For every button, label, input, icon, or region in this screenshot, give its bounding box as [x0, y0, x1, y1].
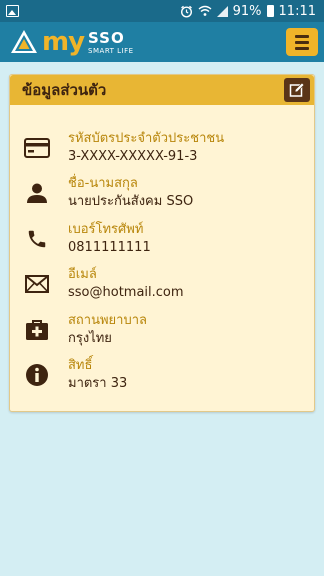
info-row-text: สถานพยาบาล กรุงไทย — [68, 312, 147, 348]
hospital-icon — [24, 317, 50, 343]
info-value: กรุงไทย — [68, 330, 112, 346]
status-left — [6, 5, 19, 17]
info-icon — [24, 362, 50, 388]
info-row-text: รหัสบัตรประจำตัวประชาชน 3-XXXX-XXXXX-91-… — [68, 130, 224, 166]
mail-icon — [24, 271, 50, 297]
info-row-text: อีเมล์ sso@hotmail.com — [68, 266, 184, 302]
info-row-text: สิทธิ์ มาตรา 33 — [68, 357, 127, 393]
card-header: ข้อมูลส่วนตัว — [10, 75, 314, 105]
info-label: สถานพยาบาล — [68, 312, 147, 328]
info-label: รหัสบัตรประจำตัวประชาชน — [68, 130, 225, 146]
info-row-phone: เบอร์โทรศัพท์ 0811111111 — [10, 216, 314, 262]
logo-text: my SSO SMART LIFE — [42, 29, 134, 55]
gallery-notification-icon — [6, 5, 19, 17]
info-row-hospital: สถานพยาบาล กรุงไทย — [10, 307, 314, 353]
status-bar: 91% 11:11 — [0, 0, 324, 22]
info-row-text: ชื่อ-นามสกุล นายประกันสังคม SSO — [68, 175, 193, 211]
info-label: เบอร์โทรศัพท์ — [68, 221, 144, 237]
edit-icon — [289, 82, 305, 97]
menu-bar — [295, 40, 309, 44]
alarm-icon — [180, 5, 192, 18]
status-right: 91% 11:11 — [180, 4, 316, 19]
info-value: sso@hotmail.com — [68, 285, 184, 301]
info-row-text: เบอร์โทรศัพท์ 0811111111 — [68, 221, 151, 257]
battery-icon — [266, 5, 274, 17]
personal-info-card: ข้อมูลส่วนตัว รหัสบัตรประจำตัวประชาชน 3-… — [9, 74, 315, 412]
wifi-icon — [198, 5, 212, 16]
battery-percent: 91% — [232, 3, 262, 19]
menu-bar — [295, 34, 309, 38]
logo-sso-block: SSO SMART LIFE — [88, 31, 134, 55]
app-header: my SSO SMART LIFE — [0, 22, 324, 62]
info-label: อีเมล์ — [68, 267, 97, 283]
app-logo[interactable]: my SSO SMART LIFE — [10, 29, 134, 55]
person-icon — [24, 180, 50, 206]
info-list: รหัสบัตรประจำตัวประชาชน 3-XXXX-XXXXX-91-… — [10, 105, 314, 398]
info-value: นายประกันสังคม SSO — [68, 194, 194, 210]
card-title: ข้อมูลส่วนตัว — [22, 81, 107, 99]
signal-icon — [216, 5, 228, 17]
logo-sso: SSO — [88, 29, 125, 47]
phone-icon — [24, 226, 50, 252]
info-label: ชื่อ-นามสกุล — [68, 176, 138, 192]
info-row-id-card: รหัสบัตรประจำตัวประชาชน 3-XXXX-XXXXX-91-… — [10, 125, 314, 171]
info-value: 0811111111 — [68, 239, 151, 255]
info-row-name: ชื่อ-นามสกุล นายประกันสังคม SSO — [10, 171, 314, 217]
info-value: 3-XXXX-XXXXX-91-3 — [68, 148, 198, 164]
logo-tagline: SMART LIFE — [88, 47, 134, 55]
sso-emblem-icon — [11, 30, 37, 53]
logo-my: my — [42, 27, 85, 57]
id-card-icon — [24, 135, 50, 161]
menu-bar — [295, 46, 309, 50]
hamburger-menu-button[interactable] — [286, 28, 318, 56]
clock: 11:11 — [278, 3, 316, 19]
info-row-entitlement: สิทธิ์ มาตรา 33 — [10, 353, 314, 399]
info-label: สิทธิ์ — [68, 358, 93, 374]
info-value: มาตรา 33 — [68, 376, 128, 392]
edit-button[interactable] — [284, 78, 310, 102]
info-row-email: อีเมล์ sso@hotmail.com — [10, 262, 314, 308]
